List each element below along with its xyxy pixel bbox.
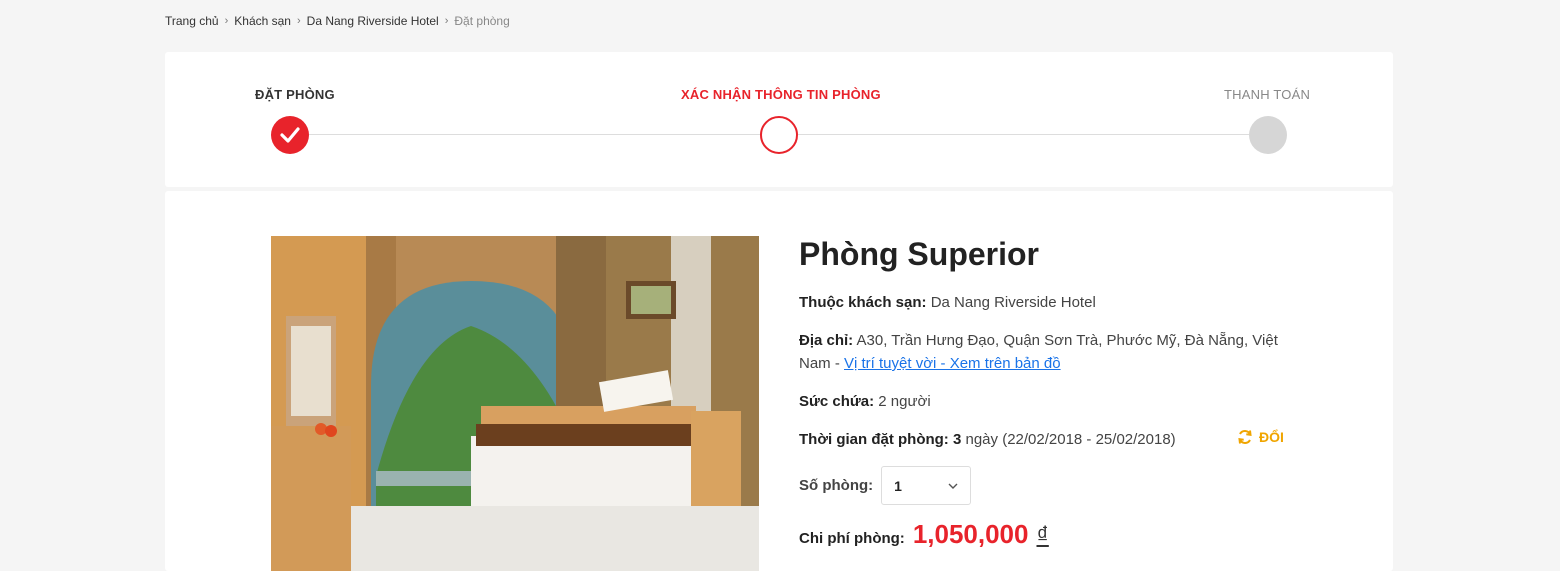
booking-steps: ĐẶT PHÒNG XÁC NHẬN THÔNG TIN PHÒNG THANH… <box>165 52 1393 187</box>
step-label-confirm: XÁC NHẬN THÔNG TIN PHÒNG <box>681 87 881 102</box>
address-label: Địa chỉ: <box>799 332 854 349</box>
view-map-link[interactable]: Vị trí tuyệt vời - Xem trên bản đồ <box>844 355 1061 372</box>
rooms-label: Số phòng: <box>799 477 874 494</box>
hotel-row: Thuộc khách sạn: Da Nang Riverside Hotel <box>799 291 1279 314</box>
capacity-value: 2 người <box>878 393 931 410</box>
change-dates-button[interactable]: ĐỔI <box>1237 429 1284 445</box>
cost-label: Chi phí phòng: <box>799 530 905 547</box>
step-done-check-icon <box>271 116 309 154</box>
breadcrumb-home[interactable]: Trang chủ <box>165 14 219 28</box>
hotel-label: Thuộc khách sạn: <box>799 294 927 311</box>
refresh-icon <box>1238 430 1252 444</box>
duration-label: Thời gian đặt phòng: <box>799 431 949 448</box>
step-active-circle <box>760 116 798 154</box>
hotel-value: Da Nang Riverside Hotel <box>930 294 1096 311</box>
change-label: ĐỔI <box>1259 429 1284 445</box>
chevron-right-icon: › <box>444 15 449 27</box>
breadcrumb: Trang chủ › Khách sạn › Da Nang Riversid… <box>165 14 510 28</box>
step-pending-circle <box>1249 116 1287 154</box>
room-title: Phòng Superior <box>799 236 1039 272</box>
step-connector <box>798 134 1249 135</box>
breadcrumb-current: Đặt phòng <box>454 14 510 28</box>
step-label-payment: THANH TOÁN <box>1224 87 1311 102</box>
rooms-row: Số phòng: 1 <box>799 466 1279 505</box>
chevron-right-icon: › <box>296 15 301 27</box>
step-label-booking: ĐẶT PHÒNG <box>255 87 335 102</box>
address-row: Địa chỉ: A30, Trần Hưng Đạo, Quận Sơn Tr… <box>799 329 1279 375</box>
room-photo-illustration <box>271 236 759 571</box>
capacity-label: Sức chứa: <box>799 393 875 410</box>
room-photo <box>271 236 759 571</box>
cost-row: Chi phí phòng: 1,050,000 ₫ <box>799 519 1279 550</box>
chevron-down-icon <box>948 483 958 489</box>
duration-dates: ngày (22/02/2018 - 25/02/2018) <box>965 431 1176 448</box>
rooms-select[interactable]: 1 <box>881 466 972 505</box>
duration-row: Thời gian đặt phòng: 3 ngày (22/02/2018 … <box>799 428 1279 451</box>
step-connector <box>309 134 760 135</box>
room-details-card: Phòng Superior Thuộc khách sạn: Da Nang … <box>165 191 1393 571</box>
chevron-right-icon: › <box>224 15 229 27</box>
duration-days: 3 <box>952 431 962 448</box>
rooms-select-value: 1 <box>894 477 902 494</box>
cost-currency: ₫ <box>1036 522 1049 549</box>
room-info: Phòng Superior Thuộc khách sạn: Da Nang … <box>799 236 1284 550</box>
cost-value: 1,050,000 <box>912 519 1029 549</box>
capacity-row: Sức chứa: 2 người <box>799 390 1279 413</box>
breadcrumb-hotels[interactable]: Khách sạn <box>234 14 291 28</box>
breadcrumb-hotel[interactable]: Da Nang Riverside Hotel <box>307 14 439 28</box>
